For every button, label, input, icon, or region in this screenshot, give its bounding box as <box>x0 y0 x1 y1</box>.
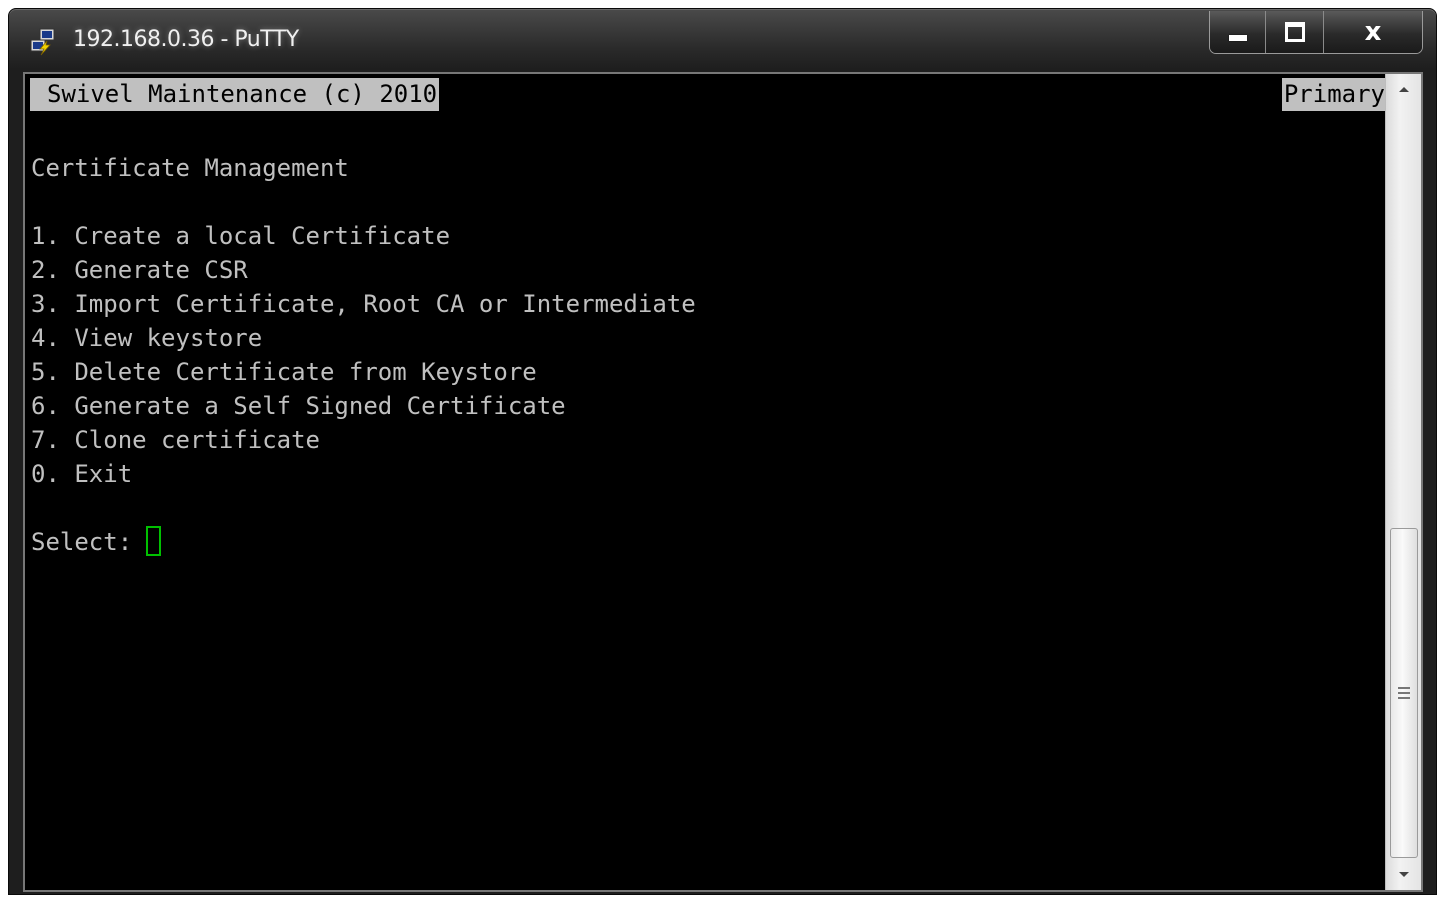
scroll-up-button[interactable] <box>1386 74 1421 104</box>
scroll-down-button[interactable] <box>1386 860 1421 890</box>
select-prompt-line[interactable]: Select: <box>31 525 162 559</box>
menu-item-delete-certificate: 5. Delete Certificate from Keystore <box>31 358 537 386</box>
arrow-down-icon <box>1399 872 1409 877</box>
window-title: 192.168.0.36 - PuTTY <box>73 27 299 52</box>
primary-status-tag: Primary <box>1281 78 1387 111</box>
putty-window: 192.168.0.36 - PuTTY x Swivel Maintenanc… <box>8 8 1437 895</box>
menu-item-exit: 0. Exit <box>31 460 133 488</box>
minimize-button[interactable] <box>1210 11 1266 53</box>
terminal-screen[interactable]: Swivel Maintenance (c) 2010 Primary Cert… <box>25 74 1387 890</box>
vertical-scrollbar[interactable] <box>1385 74 1421 890</box>
menu-item-create-local-certificate: 1. Create a local Certificate <box>31 222 451 250</box>
maximize-icon <box>1284 22 1305 42</box>
close-button[interactable]: x <box>1324 11 1422 53</box>
close-icon: x <box>1364 17 1382 47</box>
minimize-icon <box>1228 35 1247 41</box>
scroll-thumb[interactable] <box>1390 528 1418 858</box>
terminal-cursor[interactable] <box>146 526 162 556</box>
terminal-client-area: Swivel Maintenance (c) 2010 Primary Cert… <box>23 72 1423 892</box>
menu-item-generate-csr: 2. Generate CSR <box>31 256 248 284</box>
maximize-button[interactable] <box>1266 11 1324 53</box>
menu-item-view-keystore: 4. View keystore <box>31 324 263 352</box>
title-bar[interactable]: 192.168.0.36 - PuTTY x <box>9 9 1436 71</box>
menu-item-clone-certificate: 7. Clone certificate <box>31 426 320 454</box>
arrow-up-icon <box>1399 87 1409 92</box>
menu-item-generate-self-signed: 6. Generate a Self Signed Certificate <box>31 392 566 420</box>
select-prompt: Select: <box>31 528 133 556</box>
caption-buttons: x <box>1209 11 1423 54</box>
grip-icon <box>1398 687 1410 699</box>
menu-item-import-certificate: 3. Import Certificate, Root CA or Interm… <box>31 290 696 318</box>
menu-heading: Certificate Management <box>31 154 349 182</box>
maintenance-header: Swivel Maintenance (c) 2010 <box>30 78 440 111</box>
putty-icon[interactable] <box>28 27 58 57</box>
